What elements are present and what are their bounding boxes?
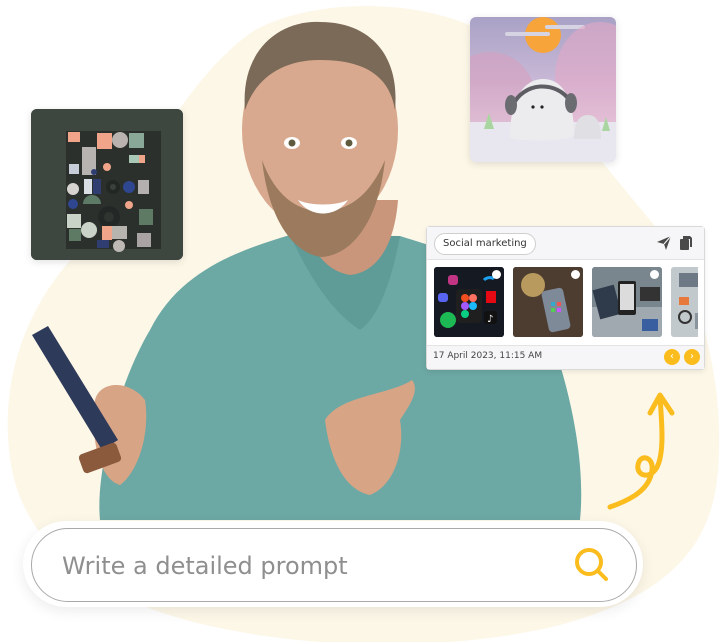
select-dot[interactable] bbox=[650, 270, 659, 279]
svg-text:♪: ♪ bbox=[487, 314, 493, 325]
prompt-input[interactable] bbox=[60, 543, 564, 589]
social-marketing-card: Social marketing ♪ 17 April 2023, 11:15 … bbox=[426, 226, 705, 370]
thumbnail-social-app-icons[interactable]: ♪ bbox=[434, 267, 504, 337]
thumbnail-desk-workspace[interactable] bbox=[671, 267, 698, 337]
copy-icon[interactable] bbox=[678, 235, 694, 251]
thumbnail-strip: ♪ bbox=[434, 267, 698, 337]
prev-button[interactable]: ‹ bbox=[664, 349, 680, 365]
prompt-bar-container bbox=[23, 521, 643, 607]
search-icon[interactable] bbox=[570, 543, 614, 587]
card-footer: 17 April 2023, 11:15 AM ‹ › bbox=[427, 345, 704, 369]
post-date: 17 April 2023, 11:15 AM bbox=[433, 351, 543, 361]
card-header: Social marketing bbox=[427, 227, 704, 260]
next-button[interactable]: › bbox=[684, 349, 700, 365]
select-dot[interactable] bbox=[492, 270, 501, 279]
curly-arrow-icon bbox=[607, 392, 675, 510]
thumbnail-hand-holding-phone[interactable] bbox=[592, 267, 662, 337]
category-chip[interactable]: Social marketing bbox=[434, 233, 536, 255]
thumbnail-phone-on-table[interactable] bbox=[513, 267, 583, 337]
send-icon[interactable] bbox=[656, 235, 672, 251]
prompt-bar bbox=[31, 528, 637, 602]
select-dot[interactable] bbox=[571, 270, 580, 279]
